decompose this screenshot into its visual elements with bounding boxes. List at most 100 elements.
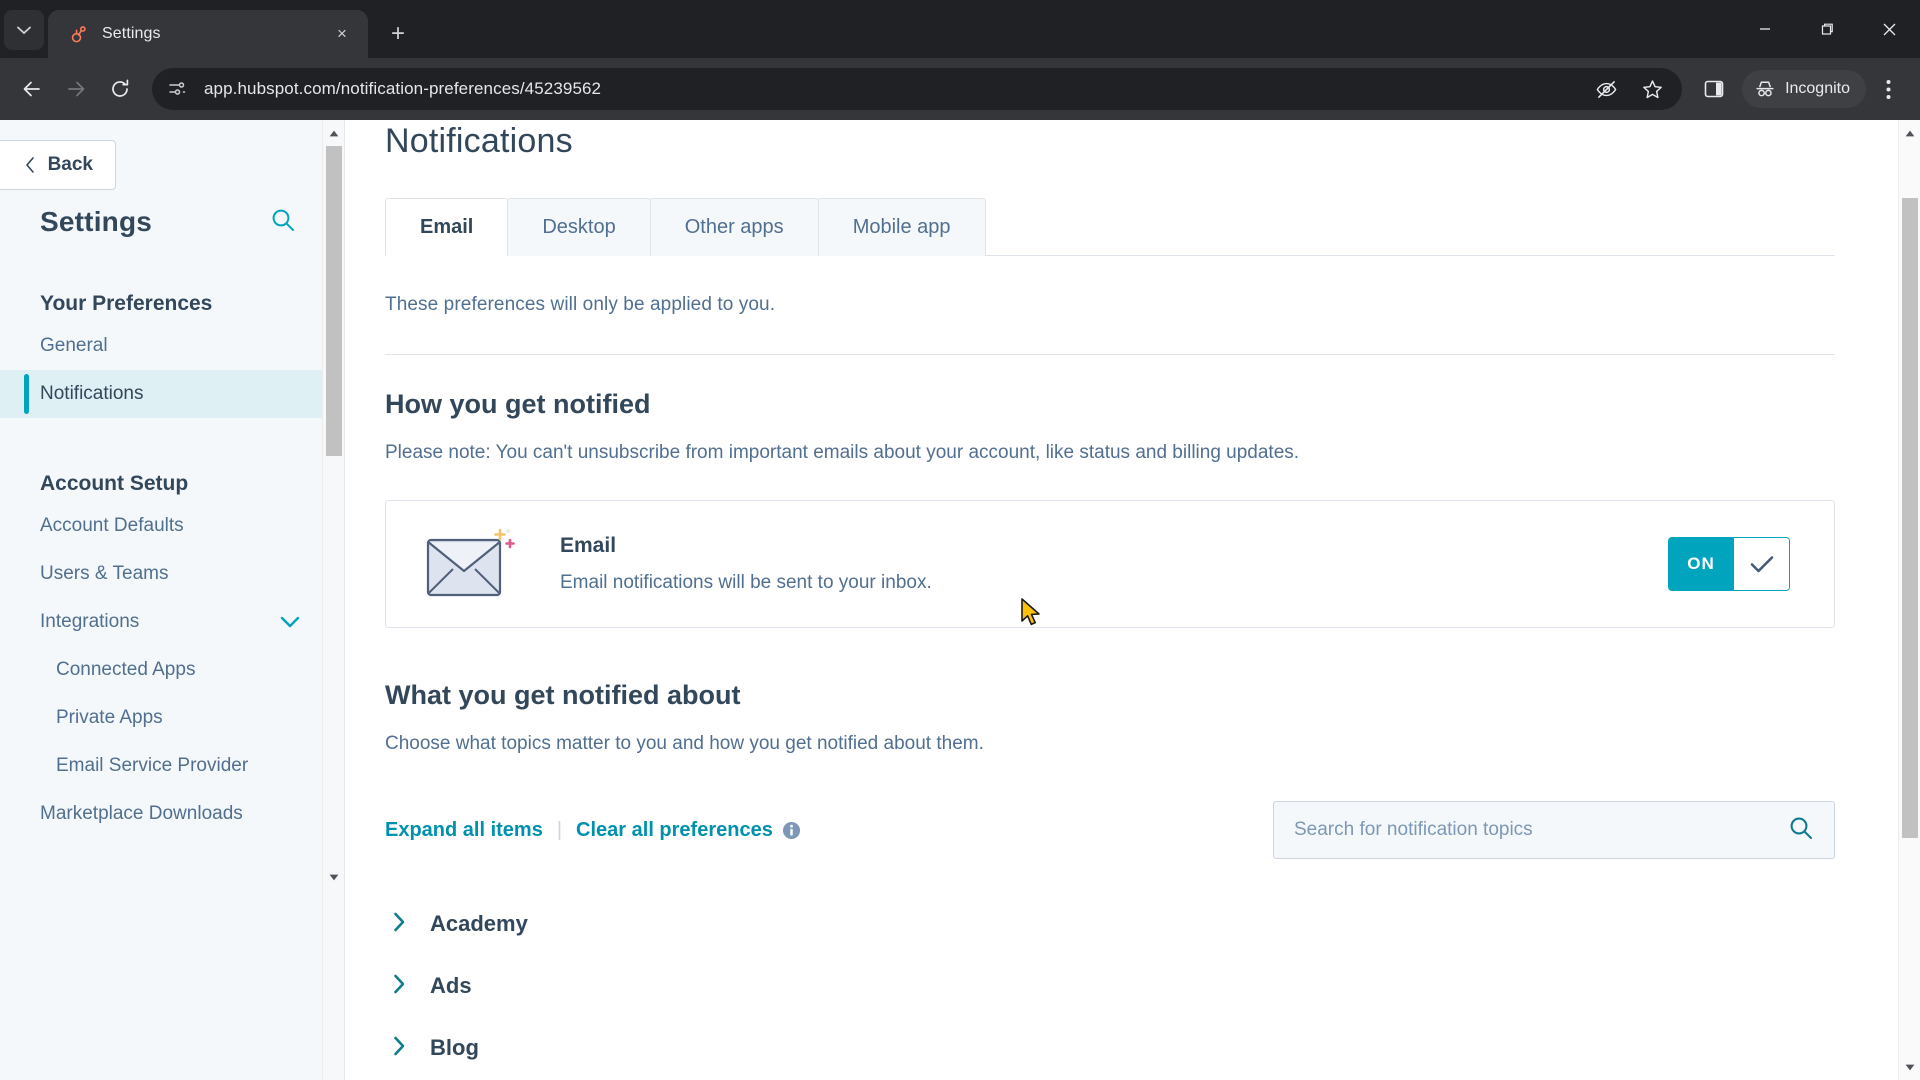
browser-toolbar: app.hubspot.com/notification-preferences… [0, 58, 1920, 120]
sidebar-item-label: Account Defaults [40, 515, 184, 536]
what-you-get-notified-about-heading: What you get notified about [385, 680, 741, 710]
sidebar-item-label: Private Apps [56, 707, 163, 728]
chevron-right-icon[interactable] [393, 974, 406, 999]
chevron-down-icon[interactable] [280, 616, 300, 628]
topic-search-box[interactable] [1273, 801, 1835, 859]
sidebar-item-label: Email Service Provider [56, 755, 249, 776]
main-content: Notifications Email Desktop Other apps M… [345, 120, 1920, 1080]
email-notifications-toggle[interactable]: ON [1668, 537, 1790, 591]
eye-slash-icon[interactable] [1584, 67, 1628, 111]
page-scrollbar[interactable] [1898, 120, 1920, 1080]
clear-all-preferences-link[interactable]: Clear all preferences [576, 819, 773, 842]
incognito-label: Incognito [1785, 80, 1850, 97]
browser-tab[interactable]: Settings × [48, 10, 368, 58]
new-tab-button[interactable]: + [378, 14, 418, 54]
sidebar-item-private-apps[interactable]: Private Apps [0, 694, 344, 742]
star-icon[interactable] [1630, 67, 1674, 111]
forward-button[interactable] [54, 67, 98, 111]
back-button[interactable] [10, 67, 54, 111]
arrow-right-icon [68, 81, 85, 97]
link-separator: | [556, 818, 563, 841]
tab-other-apps[interactable]: Other apps [649, 198, 819, 256]
sidebar-scrollbar-thumb[interactable] [326, 146, 342, 456]
envelope-icon [422, 526, 518, 602]
sidebar-item-notifications[interactable]: Notifications [0, 370, 344, 418]
expand-all-items-link[interactable]: Expand all items [385, 819, 543, 842]
divider [385, 354, 1835, 355]
sidebar-item-account-defaults[interactable]: Account Defaults [0, 502, 344, 550]
sidebar-item-integrations[interactable]: Integrations [0, 598, 344, 646]
page-title: Notifications [385, 122, 573, 160]
sidebar-item-users-teams[interactable]: Users & Teams [0, 550, 344, 598]
topic-row-academy[interactable]: Academy [385, 893, 1835, 955]
sidebar-item-label: General [40, 335, 108, 356]
sidebar-item-marketplace-downloads[interactable]: Marketplace Downloads [0, 790, 344, 838]
incognito-indicator[interactable]: Incognito [1742, 70, 1866, 108]
search-input[interactable] [1294, 819, 1788, 841]
reload-icon [112, 79, 129, 97]
topic-label: Ads [430, 973, 472, 998]
close-tab-icon[interactable]: × [328, 20, 356, 48]
topic-controls-row: Expand all items | Clear all preferences [385, 801, 1835, 859]
topic-row-ads[interactable]: Ads [385, 955, 1835, 1017]
tab-label: Other apps [684, 216, 784, 238]
sidebar-item-general[interactable]: General [0, 322, 344, 370]
topic-row-blog[interactable]: Blog [385, 1017, 1835, 1079]
notification-channel-tabs: Email Desktop Other apps Mobile app [385, 198, 1835, 256]
sidebar-item-label: Marketplace Downloads [40, 803, 243, 824]
minimize-window-button[interactable] [1734, 0, 1796, 58]
topic-label: Academy [430, 911, 528, 936]
sidebar-search-icon[interactable] [270, 207, 296, 238]
chevron-down-icon [17, 26, 31, 34]
scope-note: These preferences will only be applied t… [385, 294, 776, 315]
chevron-right-icon[interactable] [393, 912, 406, 937]
scroll-up-arrow-icon[interactable] [1899, 122, 1920, 144]
tab-label: Desktop [542, 216, 616, 238]
notification-topics-list: Academy Ads Blog [385, 893, 1835, 1079]
back-to-app-button[interactable]: Back [0, 140, 116, 190]
window-controls [1734, 0, 1920, 58]
email-channel-card: Email Email notifications will be sent t… [385, 500, 1835, 628]
sidebar-item-label: Connected Apps [56, 659, 196, 680]
arrow-left-icon [23, 81, 40, 97]
sidebar-item-connected-apps[interactable]: Connected Apps [0, 646, 344, 694]
close-window-button[interactable] [1858, 0, 1920, 58]
tab-label: Email [420, 215, 474, 238]
bulk-action-links: Expand all items | Clear all preferences [385, 819, 801, 842]
page-scrollbar-thumb[interactable] [1902, 198, 1918, 838]
sidebar-scrollbar[interactable] [322, 120, 344, 1080]
sidebar-item-label: Users & Teams [40, 563, 169, 584]
tab-desktop[interactable]: Desktop [507, 198, 651, 256]
info-icon[interactable] [782, 821, 801, 840]
side-panel-icon[interactable] [1692, 67, 1736, 111]
reload-button[interactable] [98, 67, 142, 111]
sidebar-title: Settings [40, 206, 153, 237]
tab-mobile-app[interactable]: Mobile app [817, 198, 986, 256]
tab-list-button[interactable] [4, 10, 44, 50]
topic-label: Blog [430, 1035, 479, 1060]
sidebar-group-title-preferences: Your Preferences [40, 292, 213, 315]
sidebar-item-email-service-provider[interactable]: Email Service Provider [0, 742, 344, 790]
scroll-down-arrow-icon[interactable] [323, 866, 344, 888]
address-bar[interactable]: app.hubspot.com/notification-preferences… [152, 67, 1683, 111]
sidebar-group-title-account-setup: Account Setup [40, 472, 189, 495]
three-dot-menu-icon[interactable] [1866, 67, 1910, 111]
sidebar-item-label: Integrations [40, 611, 140, 632]
how-you-get-notified-heading: How you get notified [385, 389, 651, 419]
chevron-right-icon[interactable] [393, 1036, 406, 1061]
restore-icon [1821, 23, 1833, 35]
scroll-up-arrow-icon[interactable] [323, 122, 344, 144]
back-button-label: Back [47, 154, 93, 175]
browser-tab-title: Settings [102, 25, 161, 42]
maximize-window-button[interactable] [1796, 0, 1858, 58]
tab-search-area [0, 0, 48, 58]
browser-tab-strip: Settings × + [0, 0, 1920, 58]
omnibox-actions [1584, 67, 1674, 111]
search-icon[interactable] [1788, 815, 1814, 846]
scroll-down-arrow-icon[interactable] [1899, 1056, 1920, 1078]
hubspot-sprocket-icon [68, 24, 88, 44]
site-settings-icon[interactable] [162, 74, 192, 104]
tab-email[interactable]: Email [385, 198, 509, 256]
sidebar-header: Settings [0, 206, 344, 238]
email-channel-text: Email Email notifications will be sent t… [560, 534, 1668, 594]
